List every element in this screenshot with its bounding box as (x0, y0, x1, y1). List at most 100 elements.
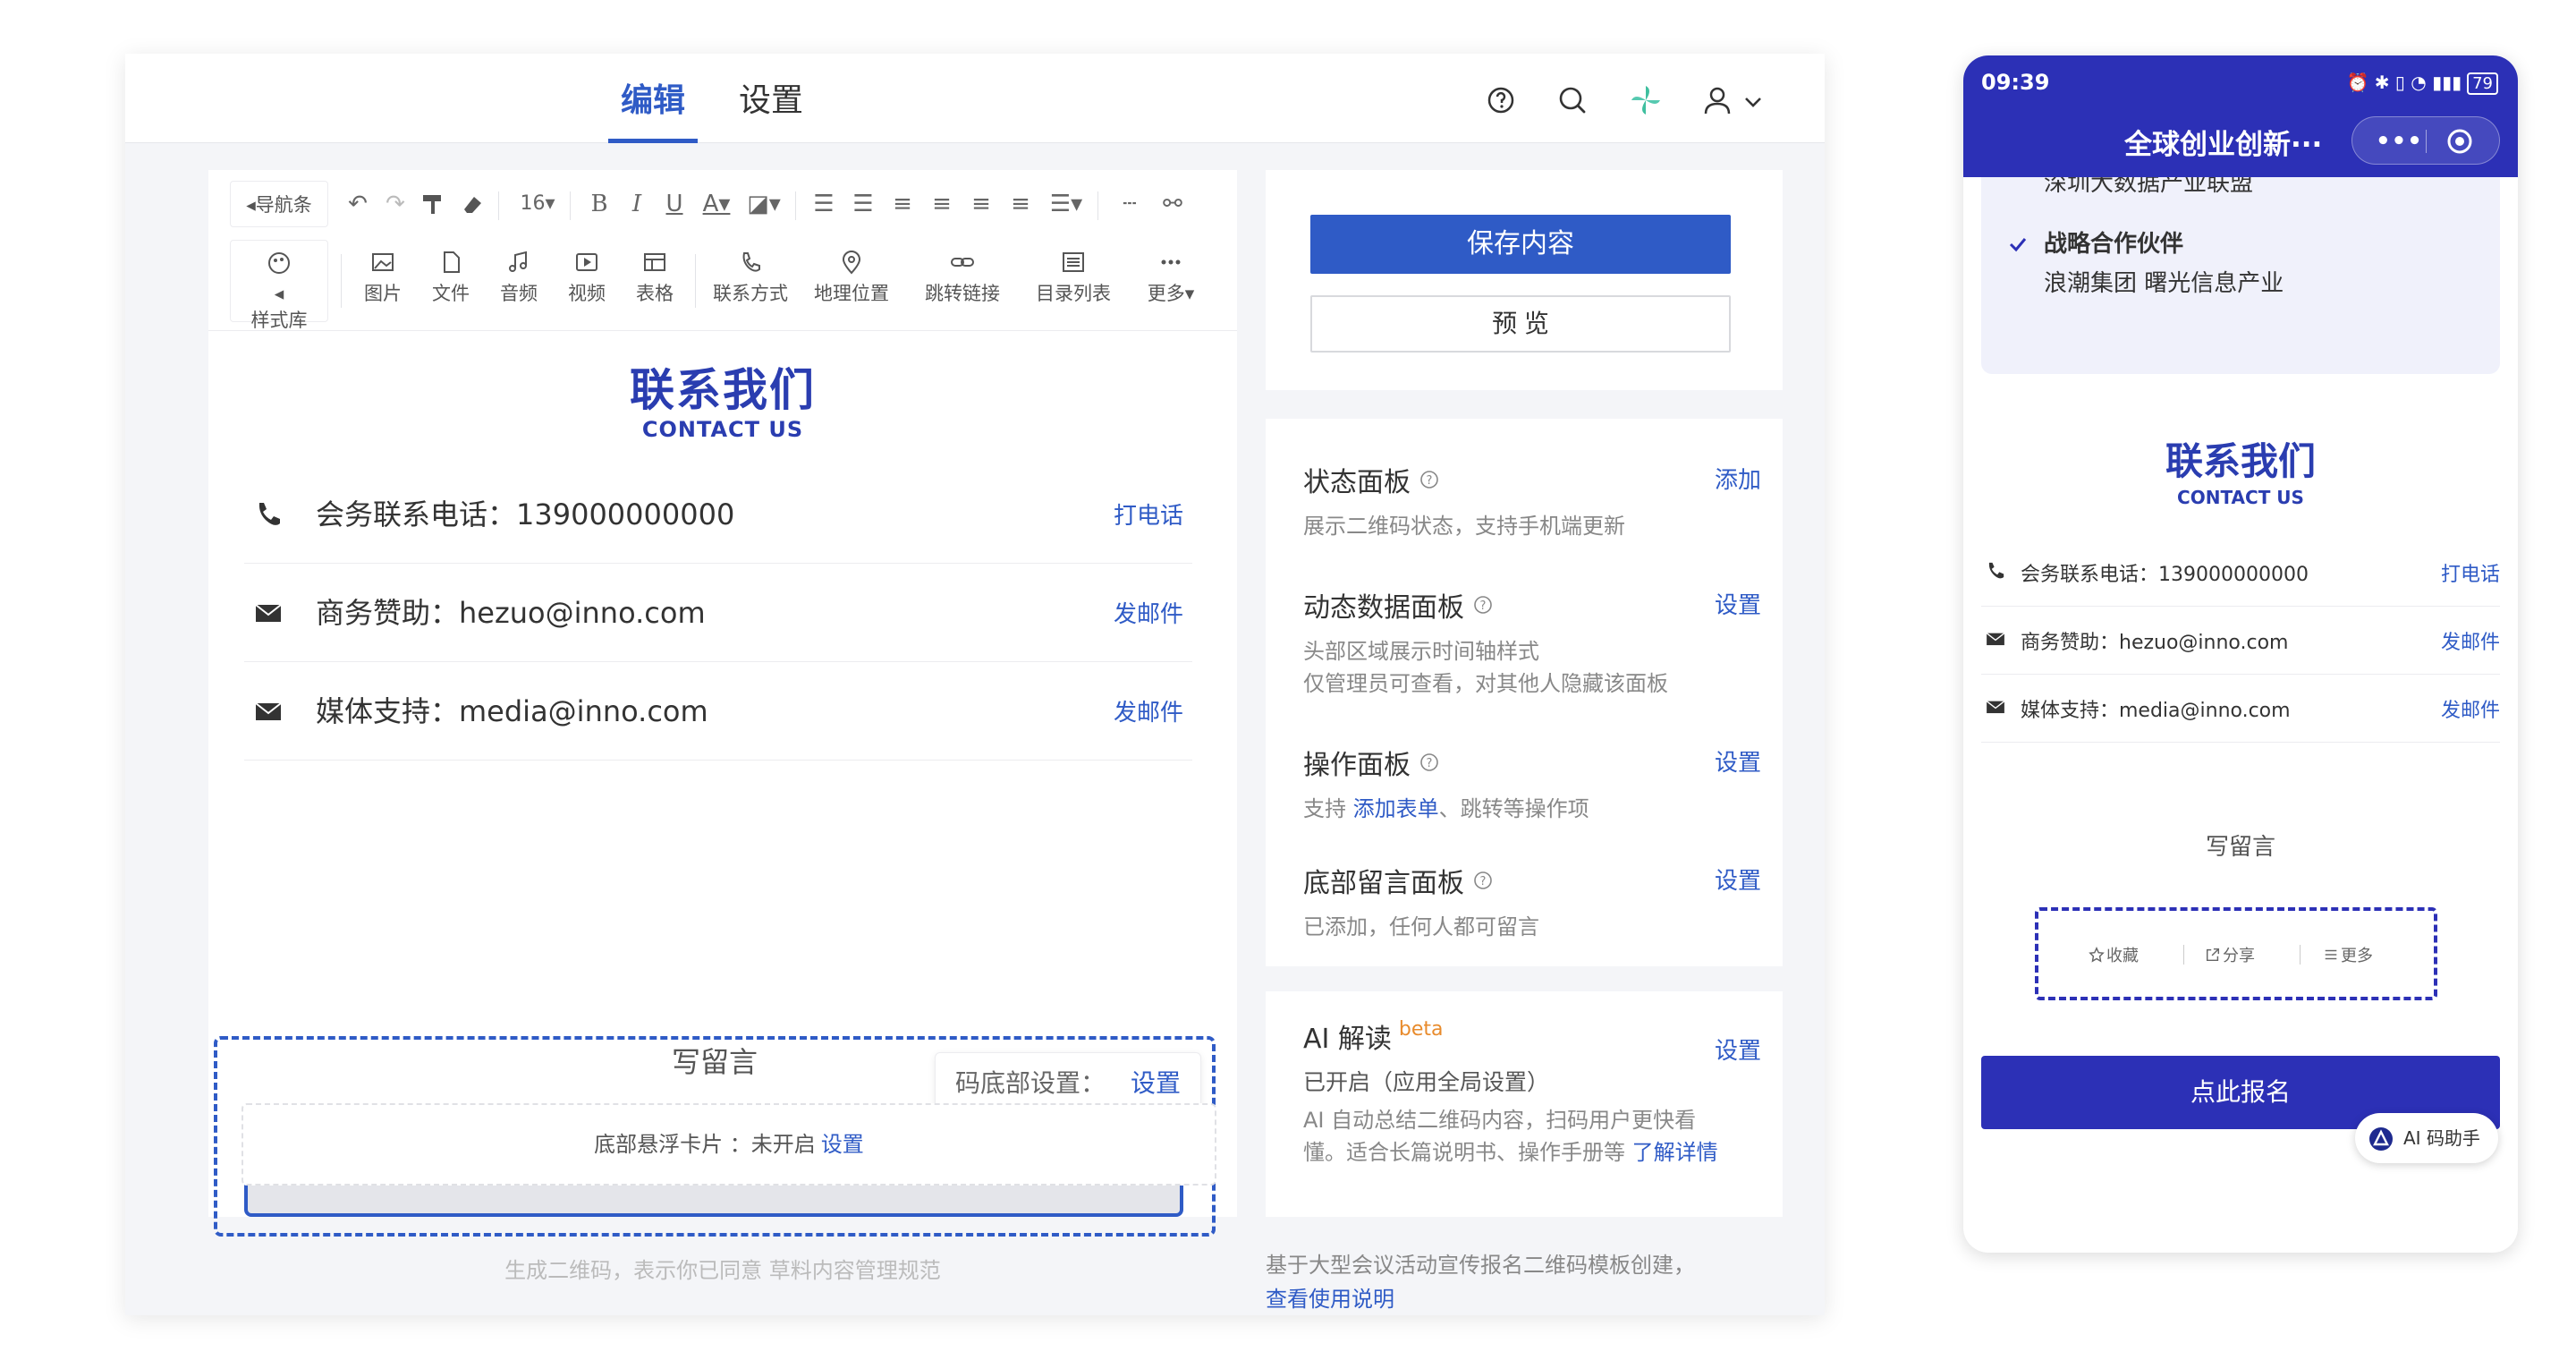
underline-icon[interactable]: U (659, 186, 690, 222)
battery-level: 79 (2467, 72, 2498, 95)
check-icon (2009, 238, 2027, 252)
highlight-color-icon[interactable]: ◪▾ (741, 186, 786, 222)
divider-line-icon[interactable]: ┄ (1112, 186, 1148, 222)
contact-row-business[interactable]: 商务赞助：hezuo@inno.com 发邮件 (244, 564, 1192, 662)
phone-favorite-button[interactable]: 收藏 (2089, 943, 2139, 966)
insert-file-button[interactable]: 文件 (419, 240, 482, 322)
format-painter-icon[interactable] (419, 186, 446, 222)
partner-value: 浪潮集团 曙光信息产业 (2044, 270, 2284, 297)
insert-image-button[interactable]: 图片 (352, 240, 414, 322)
align-left-icon[interactable]: ≡ (886, 186, 919, 222)
insert-toc-button[interactable]: 目录列表 (1024, 240, 1123, 322)
help-icon[interactable]: ? (1419, 752, 1439, 772)
phone-contact-row[interactable]: 会务联系电话：139000000000 打电话 (1981, 539, 2500, 607)
footer-divider (2183, 945, 2184, 965)
bold-icon[interactable]: B (584, 186, 614, 222)
phone-call-button[interactable]: 打电话 (2441, 558, 2500, 587)
image-icon (372, 253, 394, 271)
qr-footer-settings-link[interactable]: 设置 (1131, 1068, 1181, 1098)
learn-more-link[interactable]: 了解详情 (1632, 1140, 1718, 1165)
ai-settings-button[interactable]: 设置 (1715, 1033, 1761, 1066)
ai-assistant-button[interactable]: AI 码助手 (2355, 1113, 2498, 1163)
link-icon (951, 258, 974, 267)
mail-icon (1986, 633, 2005, 646)
italic-icon[interactable]: I (622, 186, 652, 222)
insert-table-button[interactable]: 表格 (623, 240, 686, 322)
partner-title: 战略合作伙伴 (2044, 231, 2184, 258)
mini-program-capsule[interactable]: ••• (2351, 116, 2500, 165)
insert-location-button[interactable]: 地理位置 (802, 240, 901, 322)
editor-content[interactable]: 联系我们 CONTACT US 会务联系电话：139000000000 打电话 … (208, 331, 1237, 1237)
pinwheel-logo-icon[interactable] (1628, 82, 1664, 118)
toolbar-row-insert: ◂ 样式库 图片 文件 音频 视频 表格 联系方式 地理位置 跳转链接 目录列表… (208, 240, 1237, 331)
font-size-select[interactable]: 16▾ (513, 186, 563, 222)
tab-settings[interactable]: 设置 (726, 72, 816, 143)
redo-icon[interactable]: ↷ (380, 186, 411, 222)
phone-more-button[interactable]: 更多 (2323, 943, 2373, 966)
line-height-icon[interactable]: ☰▾ (1044, 186, 1089, 222)
phone-preview: 09:39 ⏰ ✱ ▯ ◔ ▮▮▮ 79 全球创业创新··· ••• 深圳大数据产… (1963, 55, 2518, 1253)
panel-add-button[interactable]: 添加 (1715, 462, 1761, 495)
align-justify-icon[interactable]: ≡ (1004, 186, 1037, 222)
phone-icon (1988, 562, 2004, 579)
phone-comment-label[interactable]: 写留言 (1963, 829, 2518, 862)
ai-status: 已开启（应用全局设置） (1303, 1069, 1550, 1095)
chevron-down-icon[interactable] (1741, 89, 1766, 115)
panel-settings-button[interactable]: 设置 (1715, 863, 1761, 896)
help-icon[interactable]: ? (1473, 595, 1493, 615)
font-color-icon[interactable]: A▾ (697, 186, 736, 222)
panel-settings-button[interactable]: 设置 (1715, 587, 1761, 620)
contact-row-phone[interactable]: 会务联系电话：139000000000 打电话 (244, 465, 1192, 564)
phone-footer-bar[interactable]: 收藏 分享 更多 (2035, 907, 2437, 1000)
floating-card-settings-link[interactable]: 设置 (821, 1132, 864, 1157)
hyperlink-icon[interactable]: ⚯ (1155, 186, 1191, 222)
help-icon[interactable]: ? (1473, 871, 1493, 890)
contact-row-media[interactable]: 媒体支持：media@inno.com 发邮件 (244, 662, 1192, 761)
phone-email-button[interactable]: 发邮件 (2441, 694, 2500, 723)
preview-button[interactable]: 预 览 (1310, 295, 1731, 353)
status-icons: ⏰ ✱ ▯ ◔ ▮▮▮ 79 (2347, 72, 2498, 95)
user-icon[interactable] (1699, 82, 1735, 118)
align-right-icon[interactable]: ≡ (965, 186, 997, 222)
toolbar-divider (341, 254, 342, 308)
style-library-button[interactable]: ◂ 样式库 (230, 240, 328, 331)
ordered-list-icon[interactable]: ☰ (808, 186, 840, 222)
panel-dynamic-data: 动态数据面板? 头部区域展示时间轴样式 仅管理员可查看，对其他人隐藏该面板 设置 (1303, 585, 1761, 700)
phone-email-button[interactable]: 发邮件 (2441, 626, 2500, 655)
capsule-more-icon[interactable]: ••• (2376, 128, 2423, 155)
phone-contact-row[interactable]: 商务赞助：hezuo@inno.com 发邮件 (1981, 607, 2500, 675)
usage-guide-link[interactable]: 查看使用说明 (1266, 1287, 1394, 1312)
add-form-link[interactable]: 添加表单 (1353, 796, 1439, 821)
insert-video-button[interactable]: 视频 (555, 240, 618, 322)
email-button[interactable]: 发邮件 (1114, 694, 1183, 727)
palette-icon (268, 252, 290, 274)
phone-contact-row[interactable]: 媒体支持：media@inno.com 发邮件 (1981, 675, 2500, 743)
mail-icon (255, 702, 282, 720)
help-icon[interactable]: ? (1419, 470, 1439, 489)
eraser-icon[interactable] (459, 186, 486, 222)
contact-text: 媒体支持：media@inno.com (316, 694, 708, 728)
phone-share-button[interactable]: 分享 (2205, 943, 2255, 966)
more-tools-button[interactable]: 更多▾ (1135, 240, 1207, 322)
align-center-icon[interactable]: ≡ (926, 186, 958, 222)
toolbar-row-format: ◂导航条 ↶ ↷ 16▾ B I U A▾ ◪▾ ☰ ☰ ≡ ≡ ≡ ≡ ☰▾ … (208, 181, 1237, 231)
insert-audio-button[interactable]: 音频 (487, 240, 550, 322)
list-icon (1063, 252, 1084, 272)
panel-operation: 操作面板? 支持 添加表单、跳转等操作项 设置 (1303, 743, 1761, 825)
nav-bar-button[interactable]: ◂导航条 (230, 181, 328, 227)
tab-edit[interactable]: 编辑 (608, 72, 698, 143)
capsule-close-icon[interactable] (2445, 127, 2474, 156)
unordered-list-icon[interactable]: ☰ (847, 186, 879, 222)
save-button[interactable]: 保存内容 (1310, 215, 1731, 274)
undo-icon[interactable]: ↶ (343, 186, 373, 222)
status-time: 09:39 (1981, 70, 2050, 95)
insert-jump-link-button[interactable]: 跳转链接 (913, 240, 1012, 322)
panel-title: 操作面板 (1303, 750, 1411, 781)
email-button[interactable]: 发邮件 (1114, 596, 1183, 629)
search-icon[interactable] (1555, 82, 1590, 118)
svg-text:?: ? (1427, 474, 1433, 488)
insert-contact-button[interactable]: 联系方式 (704, 240, 797, 322)
panel-settings-button[interactable]: 设置 (1715, 744, 1761, 778)
call-button[interactable]: 打电话 (1114, 497, 1183, 531)
help-icon[interactable] (1483, 82, 1519, 118)
